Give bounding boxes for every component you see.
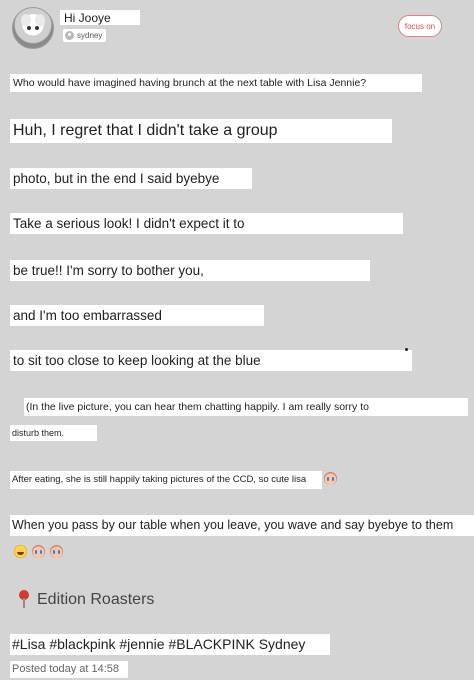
post-line: and I'm too embarrassed <box>10 305 264 326</box>
location-chip[interactable]: sydney <box>63 29 107 42</box>
post-line: photo, but in the end I said byebye <box>10 168 252 189</box>
username[interactable]: Hi Jooye <box>60 10 140 25</box>
avatar-ear <box>35 14 45 26</box>
avatar-eye <box>35 26 39 30</box>
post-timestamp: Posted today at 14:58 <box>10 661 128 678</box>
map-pin-stick <box>23 598 25 608</box>
sparkle-mark <box>405 348 408 351</box>
crying-emoji-icon <box>32 545 45 558</box>
post-line: disturb them. <box>10 425 97 441</box>
location-tag[interactable]: Edition Roasters <box>34 590 174 610</box>
follow-button[interactable]: focus on <box>398 15 442 37</box>
location-label: sydney <box>77 31 103 40</box>
post-line: to sit too close to keep looking at the … <box>10 350 412 371</box>
crying-emoji-icon <box>324 472 337 485</box>
post-line: Take a serious look! I didn't expect it … <box>10 213 403 234</box>
laughing-emoji-icon <box>14 545 27 558</box>
hashtags[interactable]: #Lisa #blackpink #jennie #BLACKPINK Sydn… <box>10 634 330 655</box>
crying-emoji-icon <box>50 545 63 558</box>
avatar-eye <box>27 26 31 30</box>
post-line: be true!! I'm sorry to bother you, <box>10 260 370 281</box>
post-line: Who would have imagined having brunch at… <box>10 74 422 92</box>
avatar-ear <box>21 14 31 26</box>
avatar[interactable] <box>12 7 54 49</box>
emoji-row <box>12 545 63 561</box>
post-line: When you pass by our table when you leav… <box>10 515 474 536</box>
post-line: Huh, I regret that I didn't take a group <box>10 119 392 143</box>
post-line: After eating, she is still happily takin… <box>10 471 322 489</box>
post-line: (In the live picture, you can hear them … <box>24 398 468 416</box>
location-icon <box>65 31 74 40</box>
